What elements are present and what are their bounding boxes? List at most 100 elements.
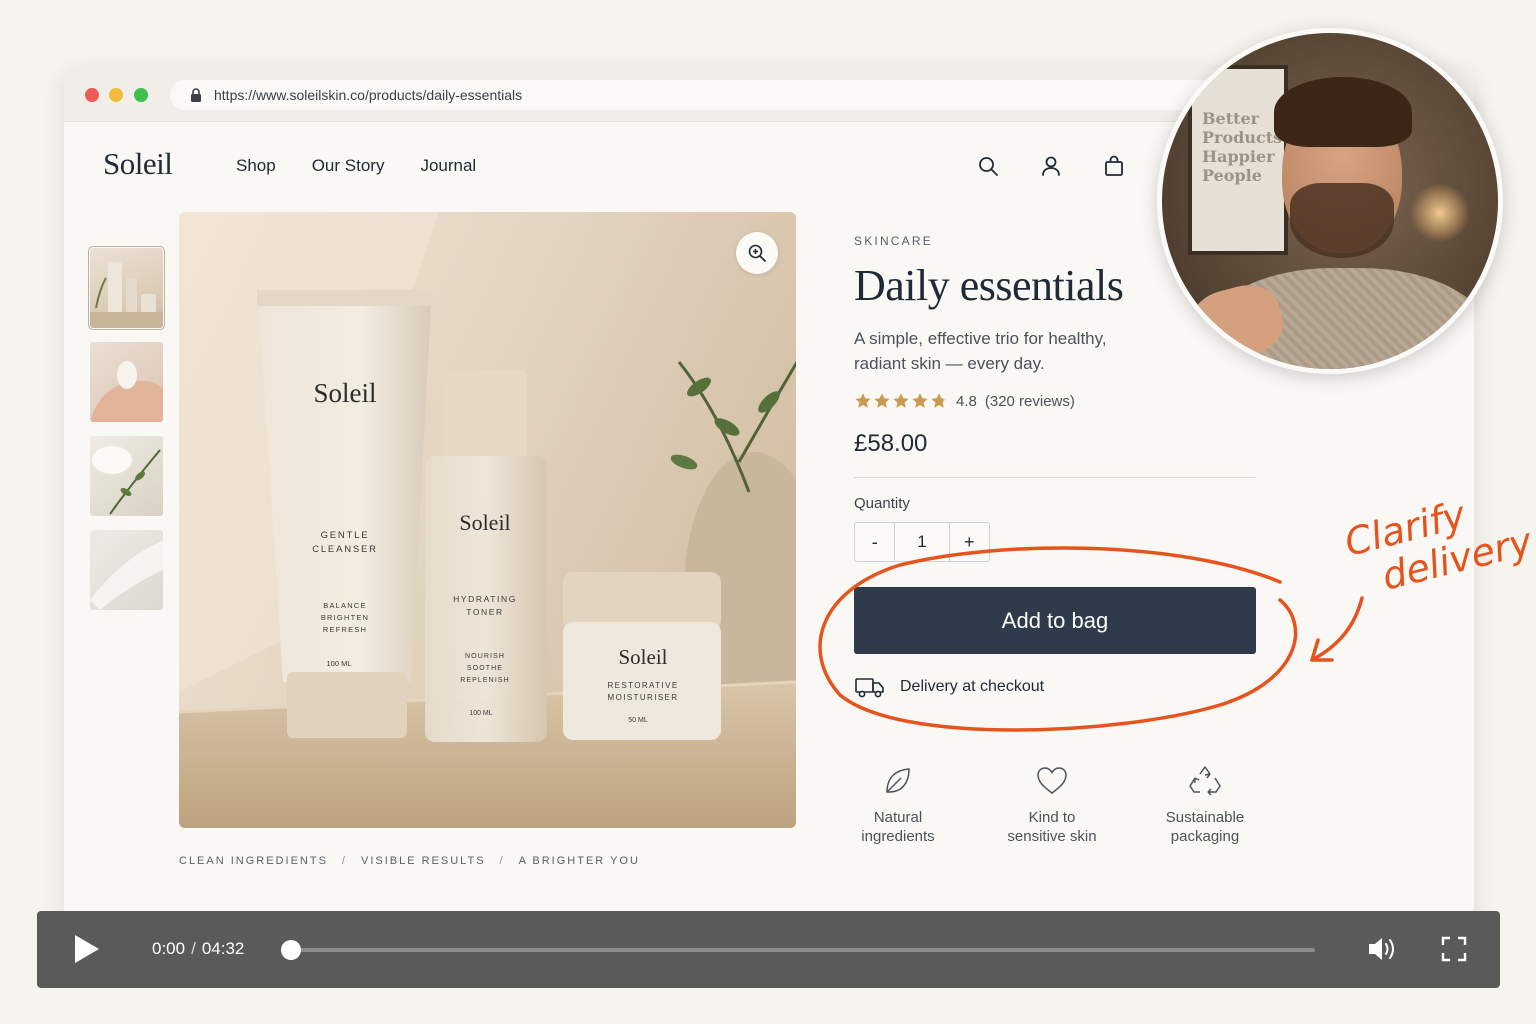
delivery-truck-icon: [855, 678, 884, 698]
divider: [854, 477, 1256, 478]
star-icon: [931, 393, 947, 408]
poster-line: Products: [1202, 128, 1283, 147]
account-icon[interactable]: [1039, 154, 1063, 178]
current-time: 0:00: [152, 939, 186, 958]
poster-text: Better Products Happier People: [1202, 109, 1282, 185]
quantity-value[interactable]: 1: [894, 523, 950, 561]
increment-button[interactable]: +: [950, 523, 989, 561]
add-to-bag-button[interactable]: Add to bag: [854, 587, 1256, 654]
toner-name-line-1: HYDRATING: [453, 594, 517, 604]
tagline-1: CLEAN INGREDIENTS: [179, 855, 328, 867]
toner-name-line-2: TONER: [466, 607, 504, 617]
duration: 04:32: [201, 939, 245, 958]
video-player-controls: 0:00 / 04:32: [37, 911, 1500, 988]
toner-benefit-2: SOOTHE: [467, 665, 503, 672]
toner-brand-label: Soleil: [459, 510, 510, 535]
toner-size-label: 100 ML: [469, 710, 492, 717]
webcam-overlay[interactable]: Better Products Happier People: [1157, 28, 1503, 374]
tagline-3: A BRIGHTER YOU: [518, 855, 640, 867]
star-icon: [893, 393, 909, 408]
rating-value: 4.8: [956, 392, 977, 410]
thumbnail-texture-image: [90, 540, 163, 610]
feature-line: Kind to: [1028, 809, 1076, 826]
feature-line: packaging: [1170, 828, 1240, 845]
product-description: A simple, effective trio for healthy, ra…: [854, 329, 1107, 373]
feature-line: sensitive skin: [1007, 828, 1097, 845]
thumbnail-4[interactable]: [90, 530, 163, 610]
zoom-button[interactable]: [736, 232, 778, 274]
jar-brand-label: Soleil: [618, 645, 667, 669]
maximize-window-button[interactable]: [134, 88, 148, 102]
thumbnail-hand-cream-image: [90, 361, 163, 422]
address-bar[interactable]: https://www.soleilskin.co/products/daily…: [170, 80, 1250, 110]
cleanser-benefit-2: BRIGHTEN: [321, 613, 369, 622]
cleanser-benefit-1: BALANCE: [323, 601, 366, 610]
thumbnail-list: [88, 246, 165, 610]
feature-label: Natural ingredients: [823, 808, 973, 846]
poster-line: Happier: [1202, 147, 1275, 166]
decrement-button[interactable]: -: [855, 523, 894, 561]
product-hero-image: Soleil GENTLE CLEANSER BALANCE BRIGHTEN REF…: [179, 212, 796, 828]
nav-journal[interactable]: Journal: [420, 156, 476, 176]
presenter-beard: [1290, 183, 1394, 258]
presenter-hair: [1274, 77, 1412, 147]
leaf-icon: [886, 768, 910, 793]
nav-shop[interactable]: Shop: [236, 156, 276, 176]
feature-kind-to-sensitive-skin: Kind to sensitive skin: [977, 764, 1127, 846]
quantity-label: Quantity: [854, 495, 910, 512]
time-separator: /: [191, 939, 196, 958]
product-title: Daily essentials: [854, 261, 1124, 310]
cleanser-name-line-2: CLEANSER: [312, 544, 378, 555]
cleanser-benefits-label: BALANCE BRIGHTEN REFRESH: [321, 601, 369, 634]
feature-natural-ingredients: Natural ingredients: [823, 764, 973, 846]
toner-benefit-1: NOURISH: [465, 653, 505, 660]
progress-scrubber[interactable]: [281, 940, 301, 960]
heart-icon: [1037, 767, 1067, 794]
nav-our-story[interactable]: Our Story: [312, 156, 385, 176]
close-window-button[interactable]: [85, 88, 99, 102]
fullscreen-icon[interactable]: [1441, 936, 1467, 962]
cleanser-size-label: 100 ML: [326, 659, 351, 668]
review-count[interactable]: (320 reviews): [985, 393, 1075, 410]
feature-line: ingredients: [861, 828, 935, 845]
search-icon[interactable]: [976, 154, 1000, 178]
star-icon: [874, 393, 890, 408]
thumbnail-botanical-image: [92, 446, 161, 515]
jar-name-line-1: RESTORATIVE: [607, 681, 678, 690]
toner-benefit-3: REPLENISH: [460, 677, 510, 684]
thumbnail-1[interactable]: [88, 246, 165, 330]
url-text[interactable]: https://www.soleilskin.co/products/daily…: [214, 87, 522, 103]
minimize-window-button[interactable]: [109, 88, 123, 102]
thumbnail-2[interactable]: [90, 342, 163, 422]
brand-logo[interactable]: Soleil: [103, 146, 173, 182]
delivery-info: Delivery at checkout: [854, 675, 1044, 699]
product-rating[interactable]: 4.8 (320 reviews): [854, 392, 1075, 410]
toner-benefits-label: NOURISH SOOTHE REPLENISH: [460, 653, 510, 684]
lock-icon: [191, 88, 201, 102]
thumbnail-3[interactable]: [90, 436, 163, 516]
cleanser-brand-label: Soleil: [313, 378, 376, 408]
jar-size-label: 50 ML: [628, 717, 648, 724]
main-nav: Shop Our Story Journal: [236, 156, 476, 176]
feature-sustainable-packaging: Sustainable packaging: [1130, 764, 1280, 846]
product-price: £58.00: [854, 430, 928, 457]
progress-track[interactable]: [291, 948, 1315, 952]
time-display: 0:00 / 04:32: [152, 939, 244, 959]
zoom-in-icon: [748, 244, 766, 262]
cleanser-name-line-1: GENTLE: [321, 530, 370, 541]
jar-name-line-2: MOISTURISER: [608, 693, 679, 702]
poster-line: Better: [1202, 109, 1260, 128]
play-icon[interactable]: [73, 933, 101, 965]
tagline-separator: /: [341, 855, 347, 867]
star-icon: [855, 393, 871, 408]
header-actions: [976, 154, 1126, 178]
star-icon: [912, 393, 928, 408]
rating-stars: [854, 392, 948, 410]
bag-icon[interactable]: [1102, 154, 1126, 178]
volume-icon[interactable]: [1367, 935, 1399, 963]
poster-line: People: [1202, 166, 1262, 185]
cleanser-benefit-3: REFRESH: [323, 625, 367, 634]
product-photo: Soleil GENTLE CLEANSER BALANCE BRIGHTEN REF…: [179, 212, 796, 828]
lamp-glow: [1410, 183, 1470, 243]
thumbnail-products-image: [90, 262, 163, 328]
